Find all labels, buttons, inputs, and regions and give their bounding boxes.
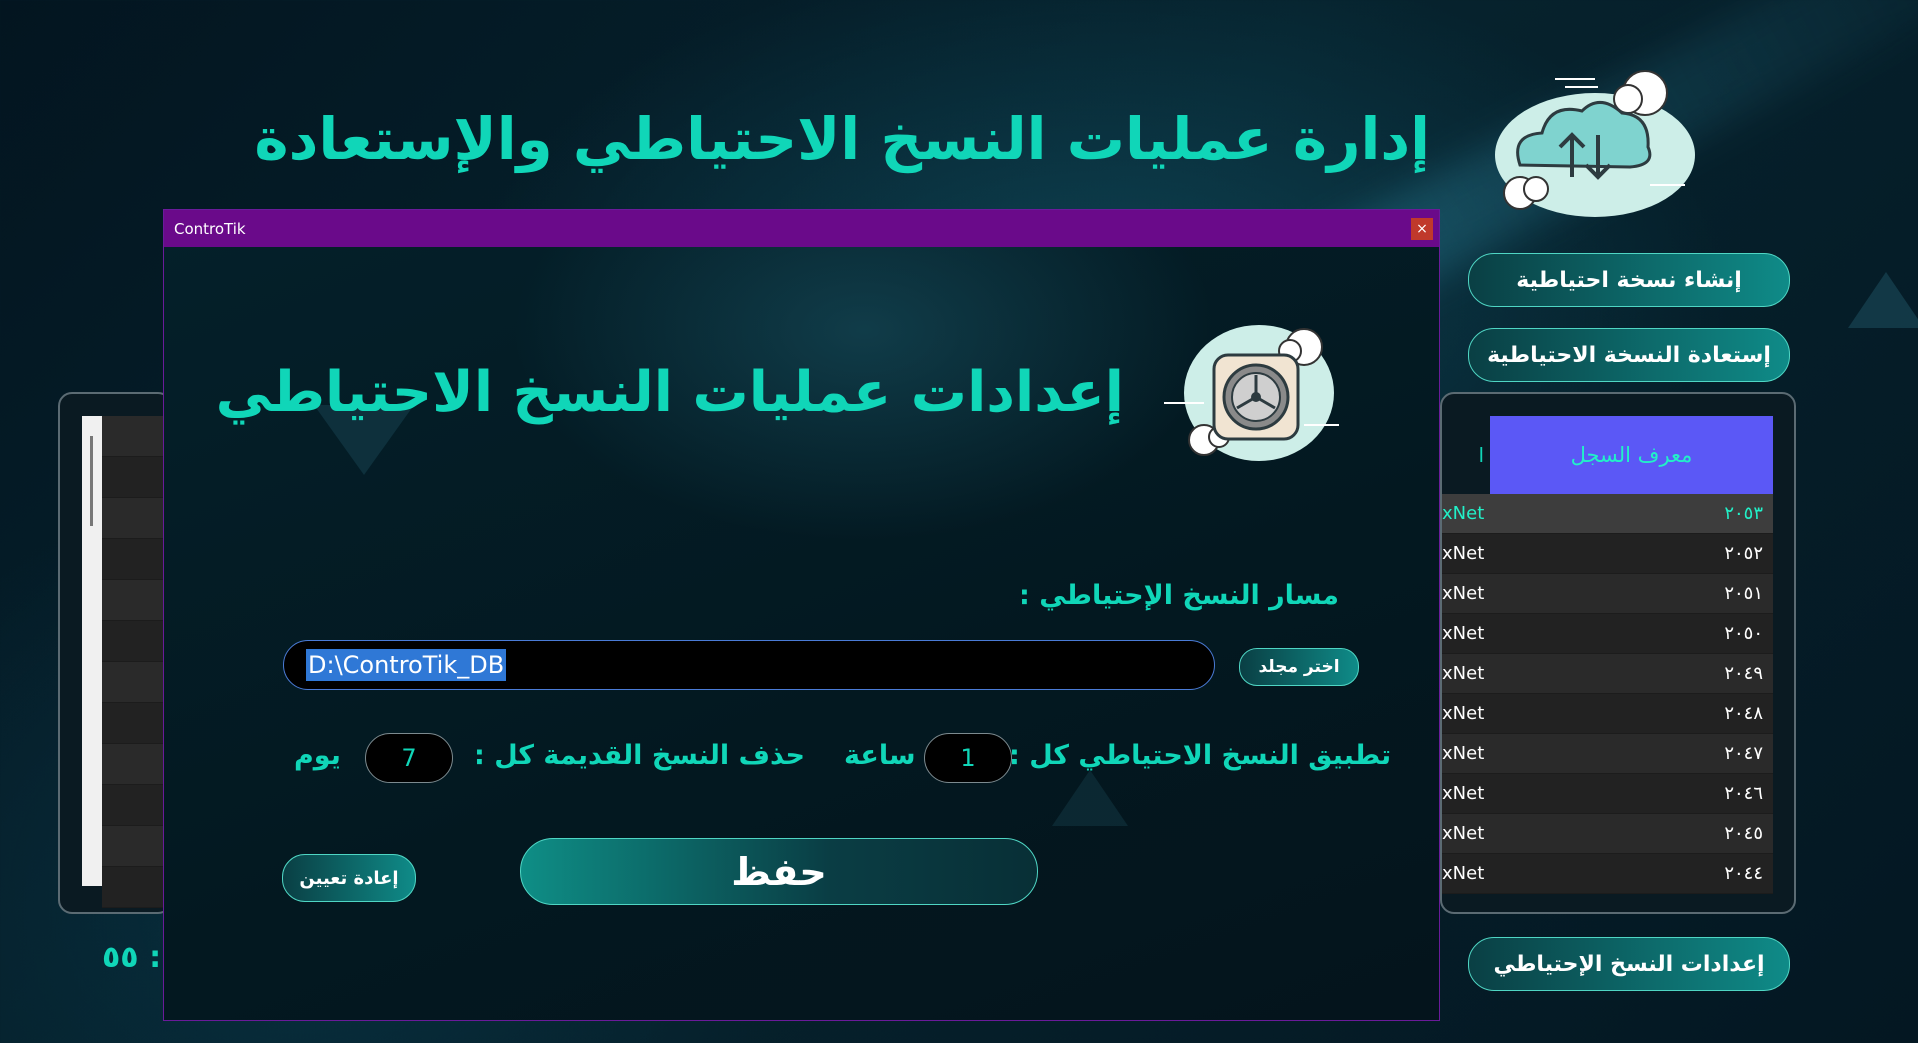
dialog-title: إعدادات عمليات النسخ الاحتياطي	[215, 360, 1124, 425]
left-table-panel	[58, 392, 172, 914]
dialog-titlebar: ControTik ×	[164, 210, 1439, 247]
settings-gear-icon	[1164, 315, 1339, 470]
reset-button[interactable]: إعادة تعيين	[282, 854, 416, 902]
table-cell-name: xNet	[1442, 743, 1485, 764]
table-row[interactable]: xNet ٢٠٤٩	[1442, 654, 1773, 694]
table-cell-id: ٢٠٥٣	[1724, 503, 1763, 524]
page-title: إدارة عمليات النسخ الاحتياطي والإستعادة	[254, 105, 1430, 173]
log-table-body: xNet ٢٠٥٣ xNet ٢٠٥٢ xNet ٢٠٥١ xNet ٢٠٥٠ xNet ٢٠٤٩…	[1442, 494, 1773, 894]
backup-settings-button[interactable]: إعدادات النسخ الإحتياطي	[1468, 937, 1790, 991]
table-cell-id: ٢٠٥٢	[1724, 543, 1763, 564]
timer-text: ٥٥ :	[102, 940, 162, 975]
table-row[interactable]: xNet ٢٠٤٧	[1442, 734, 1773, 774]
dialog-app-name: ControTik	[174, 219, 246, 238]
table-row[interactable]: xNet ٢٠٤٨	[1442, 694, 1773, 734]
table-cell-id: ٢٠٤٥	[1724, 823, 1763, 844]
choose-folder-button[interactable]: اختر مجلد	[1239, 648, 1359, 686]
table-row[interactable]: xNet ٢٠٥٢	[1442, 534, 1773, 574]
table-cell-id: ٢٠٤٧	[1724, 743, 1763, 764]
backup-path-input[interactable]: D:\ControTik_DB	[283, 640, 1215, 690]
backup-path-label: مسار النسخ الإحتياطي :	[1019, 580, 1339, 611]
log-table-header-id[interactable]: معرف السجل	[1490, 416, 1773, 494]
table-cell-id: ٢٠٤٩	[1724, 663, 1763, 684]
decor-triangle	[1052, 770, 1128, 826]
log-table: ا معرف السجل xNet ٢٠٥٣ xNet ٢٠٥٢ xNet ٢٠٥١ xNe…	[1440, 392, 1796, 914]
table-cell-name: xNet	[1442, 583, 1485, 604]
delete-old-input[interactable]: 7	[365, 733, 453, 783]
save-button[interactable]: حفظ	[520, 838, 1038, 905]
table-cell-id: ٢٠٥٠	[1724, 623, 1763, 644]
backup-path-value[interactable]: D:\ControTik_DB	[306, 649, 507, 681]
delete-old-label: حذف النسخ القديمة كل :	[474, 740, 806, 771]
table-cell-id: ٢٠٤٦	[1724, 783, 1763, 804]
backup-every-label: تطبيق النسخ الاحتياطي كل :	[1009, 740, 1392, 771]
cloud-upload-icon	[1480, 65, 1710, 230]
backup-every-input[interactable]: 1	[924, 733, 1012, 783]
log-table-header-partial[interactable]: ا	[1442, 416, 1490, 494]
table-row[interactable]: xNet ٢٠٥٣	[1442, 494, 1773, 534]
close-button[interactable]: ×	[1411, 218, 1433, 240]
delete-old-unit: يوم	[294, 740, 341, 771]
table-row[interactable]: xNet ٢٠٥١	[1442, 574, 1773, 614]
restore-backup-button[interactable]: إستعادة النسخة الاحتياطية	[1468, 328, 1790, 382]
left-table-rows	[102, 416, 170, 908]
table-cell-name: xNet	[1442, 503, 1485, 524]
table-cell-name: xNet	[1442, 543, 1485, 564]
backup-every-unit: ساعة	[844, 740, 916, 771]
decor-triangle	[1848, 272, 1918, 328]
table-cell-name: xNet	[1442, 783, 1485, 804]
table-row[interactable]: xNet ٢٠٤٦	[1442, 774, 1773, 814]
table-row[interactable]: xNet ٢٠٤٤	[1442, 854, 1773, 894]
table-cell-id: ٢٠٤٤	[1724, 863, 1763, 884]
table-cell-id: ٢٠٥١	[1724, 583, 1763, 604]
table-cell-name: xNet	[1442, 703, 1485, 724]
backup-settings-dialog: ControTik × إعدادات عمليات النسخ الاحتيا…	[163, 209, 1440, 1021]
table-cell-name: xNet	[1442, 663, 1485, 684]
table-cell-name: xNet	[1442, 623, 1485, 644]
scrollbar-thumb[interactable]	[90, 436, 93, 526]
scrollbar[interactable]	[82, 416, 102, 886]
table-cell-name: xNet	[1442, 863, 1485, 884]
table-row[interactable]: xNet ٢٠٥٠	[1442, 614, 1773, 654]
table-cell-name: xNet	[1442, 823, 1485, 844]
create-backup-button[interactable]: إنشاء نسخة احتياطية	[1468, 253, 1790, 307]
table-cell-id: ٢٠٤٨	[1724, 703, 1763, 724]
table-row[interactable]: xNet ٢٠٤٥	[1442, 814, 1773, 854]
